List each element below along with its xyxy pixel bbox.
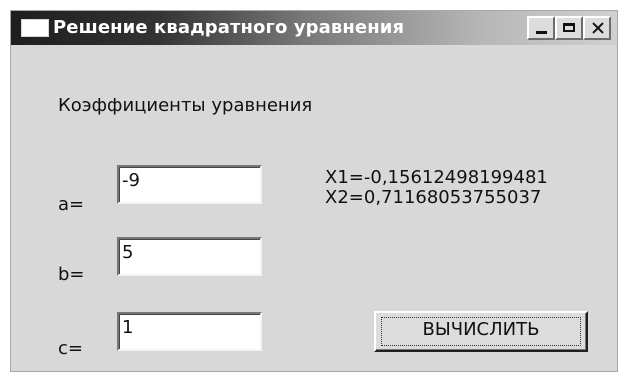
coefficient-c-input[interactable]: 1 [117,312,262,351]
maximize-button[interactable] [555,16,583,40]
coefficient-a-label: a= [58,194,85,215]
title-bar[interactable]: Решение квадратного уравнения [11,11,617,45]
app-window-icon [21,19,49,37]
root-x1-result: X1=-0,15612498199481 [325,167,548,188]
coefficient-c-label: c= [58,338,83,359]
calculate-button[interactable]: ВЫЧИСЛИТЬ [374,311,588,352]
close-button[interactable] [583,16,611,40]
minimize-button[interactable] [527,16,555,40]
window-title: Решение квадратного уравнения [53,17,405,38]
results-panel: X1=-0,15612498199481 X2=0,71168053755037 [325,168,548,208]
window-controls [527,16,611,40]
coefficient-a-input[interactable]: -9 [117,165,262,204]
root-x2-result: X2=0,71168053755037 [325,187,542,208]
application-window: Решение квадратного уравнения Коэффициен… [10,10,618,372]
coefficient-b-input[interactable]: 5 [117,237,262,276]
coefficient-b-label: b= [58,264,85,285]
coefficients-heading: Коэффициенты уравнения [58,95,313,116]
